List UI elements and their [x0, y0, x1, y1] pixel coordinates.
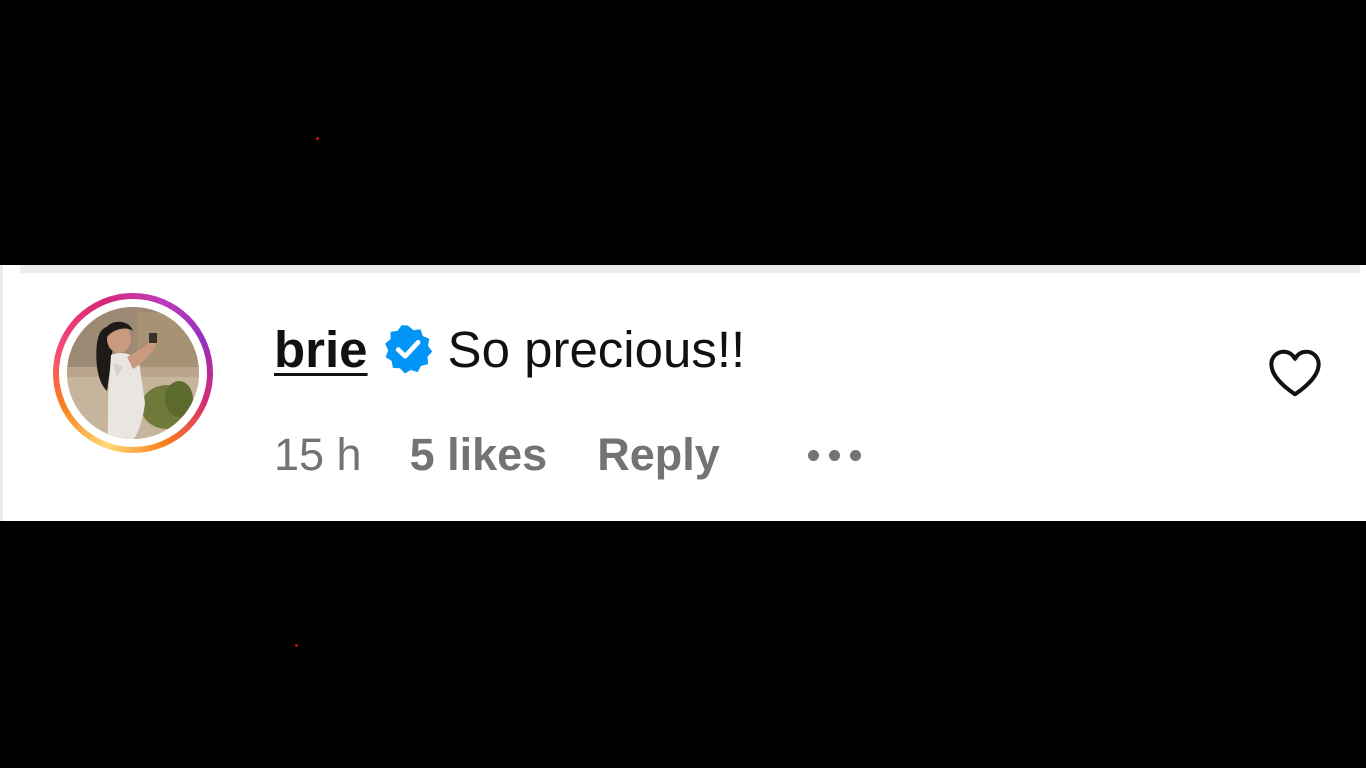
more-dot: [807, 449, 819, 461]
reply-button[interactable]: Reply: [597, 429, 720, 481]
comment-meta-row: 15 h 5 likes Reply: [274, 425, 861, 485]
comment-line: brie So precious!!: [274, 317, 745, 381]
card-top-divider: [20, 265, 1360, 273]
comment-timestamp[interactable]: 15 h: [274, 429, 362, 481]
likes-count-button[interactable]: 5 likes: [410, 429, 548, 481]
screenshot-frame: brie So precious!! 15 h 5 likes Reply: [0, 0, 1366, 768]
more-options-icon[interactable]: [807, 435, 861, 475]
card-left-divider: [0, 265, 3, 521]
verified-badge-icon: [382, 323, 434, 375]
avatar[interactable]: [67, 307, 199, 439]
avatar-photo: [67, 307, 199, 439]
story-ring-avatar[interactable]: [53, 293, 213, 453]
username-link[interactable]: brie: [274, 320, 368, 379]
decorative-speck: [316, 137, 319, 140]
comment-card: brie So precious!! 15 h 5 likes Reply: [0, 265, 1366, 521]
more-dot: [849, 449, 861, 461]
decorative-speck: [295, 644, 298, 647]
heart-outline-icon[interactable]: [1266, 347, 1324, 399]
more-dot: [828, 449, 840, 461]
avatar-ring-gap: [59, 299, 207, 447]
comment-text: So precious!!: [447, 320, 746, 378]
